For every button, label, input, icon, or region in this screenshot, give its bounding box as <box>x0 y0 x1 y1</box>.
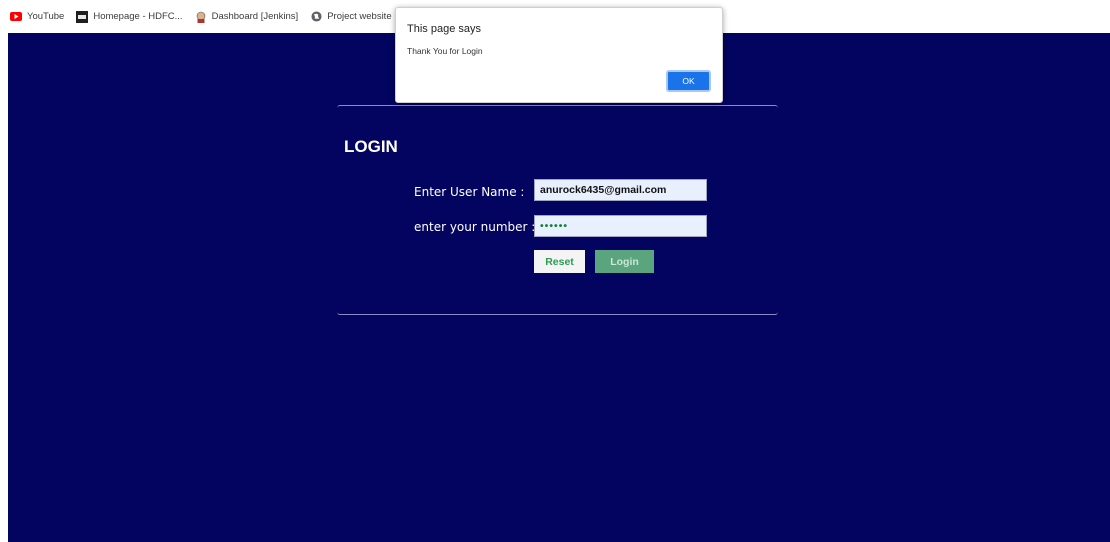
dialog-title: This page says <box>407 23 481 35</box>
bookmark-label: Project website <box>327 11 392 22</box>
ok-button[interactable]: OK <box>666 70 711 92</box>
alert-dialog: This page says Thank You for Login OK <box>395 7 723 103</box>
jenkins-icon <box>195 11 207 23</box>
bookmark-hdfc[interactable]: Homepage - HDFC... <box>76 10 183 23</box>
dialog-message: Thank You for Login <box>407 46 483 56</box>
reset-button[interactable]: Reset <box>534 250 585 273</box>
login-card: LOGIN Enter User Name : enter your numbe… <box>337 105 778 315</box>
hdfc-icon <box>76 10 89 23</box>
bookmark-jenkins[interactable]: Dashboard [Jenkins] <box>195 11 299 23</box>
globe-icon <box>310 11 322 23</box>
bookmark-youtube[interactable]: YouTube <box>10 11 64 23</box>
username-input[interactable] <box>534 179 707 201</box>
bookmark-label: Dashboard [Jenkins] <box>211 11 299 22</box>
bookmark-label: YouTube <box>27 11 65 22</box>
login-title: LOGIN <box>344 137 398 156</box>
youtube-icon <box>10 11 22 23</box>
username-label: Enter User Name : <box>414 185 525 199</box>
bookmark-label: Homepage - HDFC... <box>93 11 183 22</box>
number-label: enter your number : <box>414 220 536 234</box>
bookmark-project-website[interactable]: Project website <box>310 11 392 23</box>
page-body: LOGIN Enter User Name : enter your numbe… <box>8 33 1110 542</box>
login-button[interactable]: Login <box>595 250 654 273</box>
number-input[interactable] <box>534 215 707 237</box>
